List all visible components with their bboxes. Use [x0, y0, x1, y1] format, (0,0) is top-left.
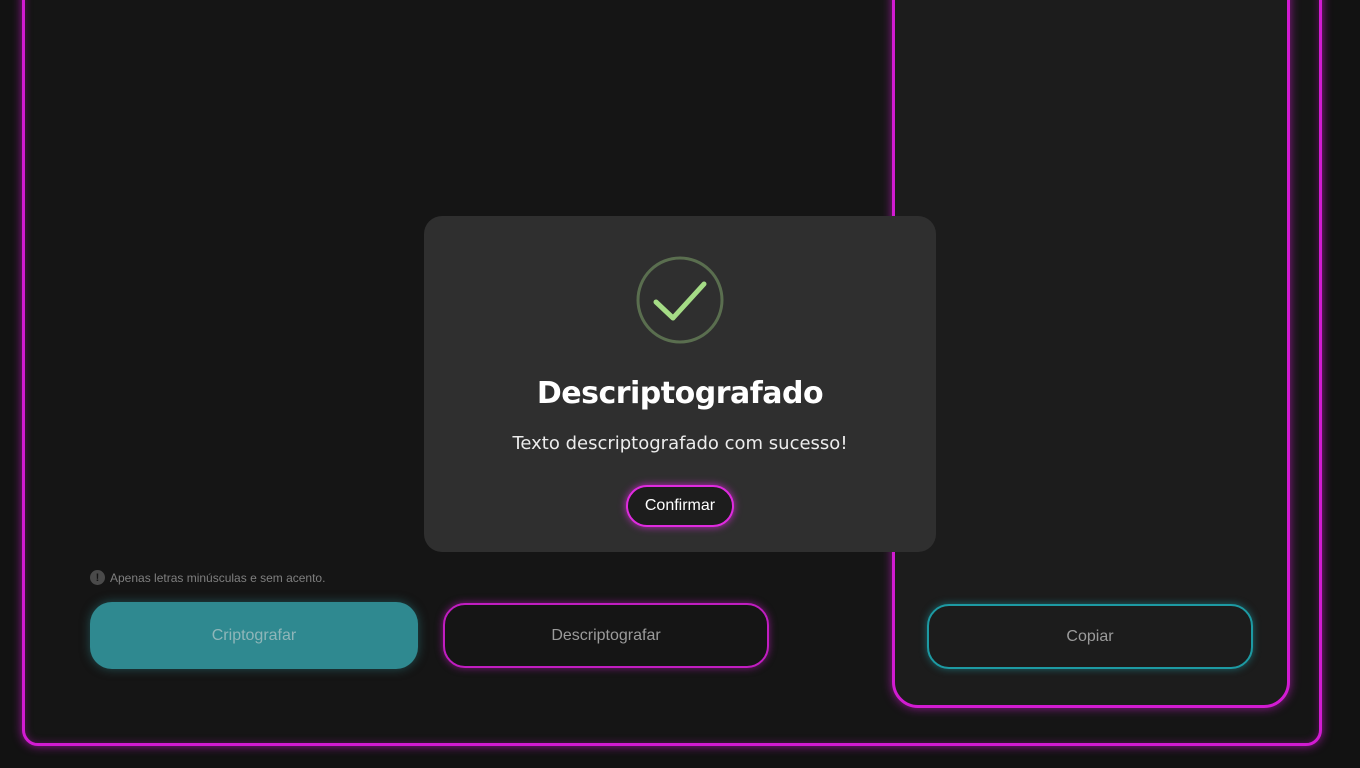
- confirm-button[interactable]: Confirmar: [626, 485, 734, 527]
- output-panel: [892, 0, 1290, 708]
- info-icon: !: [90, 570, 105, 585]
- hint-text: Apenas letras minúsculas e sem acento.: [110, 570, 326, 585]
- dialog-title: Descriptografado: [536, 376, 824, 411]
- app-stage: ! Apenas letras minúsculas e sem acento.…: [0, 0, 1360, 768]
- copy-button[interactable]: Copiar: [927, 604, 1253, 669]
- dialog-message: Texto descriptografado com sucesso!: [512, 433, 848, 454]
- encrypt-button[interactable]: Criptografar: [90, 602, 418, 669]
- decrypt-button[interactable]: Descriptografar: [443, 603, 769, 668]
- check-circle-icon: [636, 256, 724, 344]
- success-dialog: Descriptografado Texto descriptografado …: [424, 216, 936, 552]
- input-hint: ! Apenas letras minúsculas e sem acento.: [90, 570, 325, 585]
